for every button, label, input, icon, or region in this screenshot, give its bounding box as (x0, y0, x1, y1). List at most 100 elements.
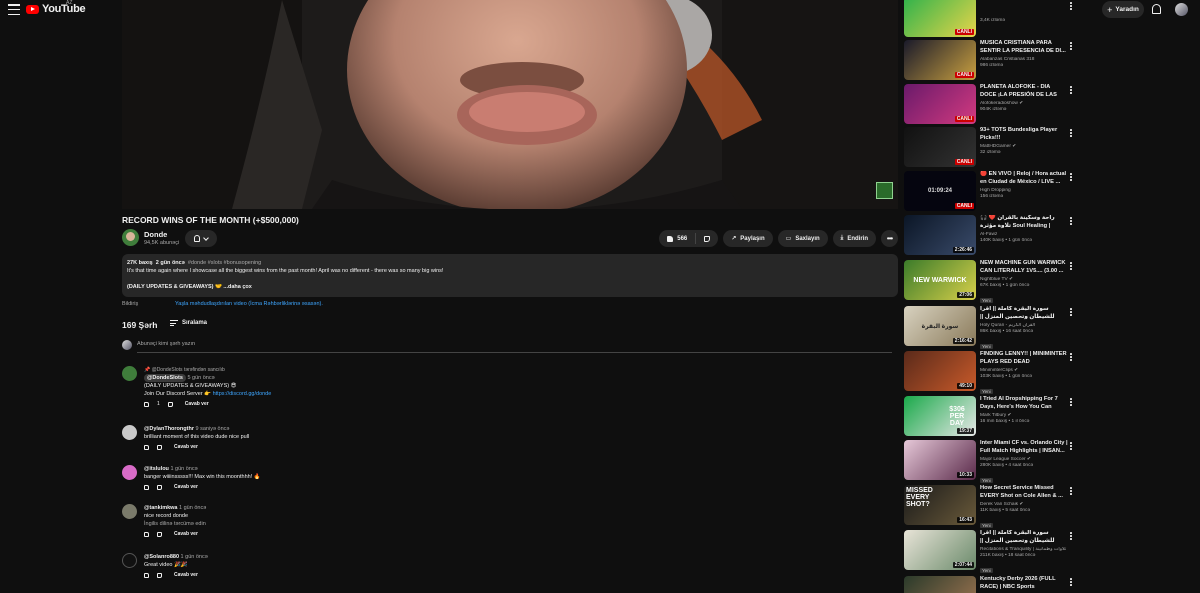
new-badge: Yeni (980, 523, 993, 528)
download-button[interactable]: ⤓ Endirin (832, 230, 876, 247)
recommendation-item[interactable]: $306 PER DAY 19:37 I Tried AI Dropshippi… (904, 396, 1080, 438)
recommendation-item[interactable]: CANLI MUSICA CRISTIANA PARA SENTIR LA PR… (904, 40, 1080, 82)
recommendation-thumbnail[interactable] (904, 576, 976, 593)
comment-author[interactable]: @itslulou (144, 466, 169, 472)
comment-input-placeholder[interactable]: Abunəçi kimi şərh yazın (137, 341, 195, 347)
recommendation-item[interactable]: 49:10 FINDING LENNY!! | MINIMINTER PLAYS… (904, 351, 1080, 394)
share-button[interactable]: ↗ Paylaşın (723, 230, 773, 247)
more-vertical-icon[interactable] (1070, 42, 1072, 51)
recommendation-item[interactable]: سورة البقرة 2:16:42 سورة البقرة كاملة ||… (904, 306, 1080, 349)
more-vertical-icon[interactable] (1070, 173, 1072, 182)
youtube-logo[interactable]: YouTube (26, 3, 86, 15)
hashtags[interactable]: #donde #slots #bonusopening (188, 260, 261, 266)
recommendation-item[interactable]: 2:07:44 سورة البقرة كاملة || أقرأ للشيطا… (904, 530, 1080, 573)
more-vertical-icon[interactable] (1070, 2, 1072, 11)
recommendation-item[interactable]: CANLI PLANETA ALOFOKE - DIA DOCE ¡LA PRE… (904, 84, 1080, 126)
recommendation-item[interactable]: Kentucky Derby 2026 (FULL RACE) | NBC Sp… (904, 576, 1080, 593)
discord-link[interactable]: https://discord.gg/donde (213, 391, 272, 397)
comment-like-icon[interactable] (144, 444, 149, 450)
recommendation-thumbnail[interactable]: $306 PER DAY 19:37 (904, 396, 976, 436)
recommendation-thumbnail[interactable]: 10:33 (904, 440, 976, 480)
add-comment-box[interactable]: Abunəçi kimi şərh yazın (122, 339, 892, 353)
recommendation-thumbnail[interactable]: CANLI (904, 0, 976, 37)
recommendation-item[interactable]: NEW WARWICK 27:06 NEW MACHINE GUN WARWIC… (904, 260, 1080, 303)
recommendation-thumbnail[interactable]: 2:26:46 (904, 215, 976, 255)
recommendation-item[interactable]: CANLI 93+ TOTS Bundesliga Player Picks!!… (904, 127, 1080, 169)
notifications-bell-icon[interactable] (1152, 4, 1161, 14)
recommendation-thumbnail[interactable]: 01:09:24 CANLI (904, 171, 976, 211)
more-actions-button[interactable]: ••• (881, 230, 898, 247)
comment-dislike-icon[interactable] (157, 484, 162, 490)
recommendation-thumbnail[interactable]: CANLI (904, 40, 976, 80)
more-vertical-icon[interactable] (1070, 129, 1072, 138)
save-button[interactable]: ▭ Saxlayın (777, 230, 828, 247)
comment-dislike-icon[interactable] (167, 401, 173, 407)
comment-time[interactable]: 1 gün öncə (181, 554, 208, 560)
reply-button[interactable]: Cavab ver (174, 483, 198, 491)
comment-dislike-icon[interactable] (157, 531, 162, 537)
comment-like-icon[interactable] (144, 484, 149, 490)
comment-avatar[interactable] (122, 366, 137, 381)
reply-button[interactable]: Cavab ver (174, 530, 198, 538)
more-vertical-icon[interactable] (1070, 398, 1072, 407)
channel-name[interactable]: Donde (144, 230, 167, 239)
create-button[interactable]: + Yaradın (1102, 1, 1144, 18)
comment-like-icon[interactable] (144, 572, 149, 578)
comment-dislike-icon[interactable] (157, 572, 162, 578)
more-vertical-icon[interactable] (1070, 442, 1072, 451)
recommendation-thumbnail[interactable]: MISSED EVERY SHOT? 16:43 (904, 485, 976, 525)
comment-author[interactable]: @DondeSlots (144, 374, 186, 382)
more-vertical-icon[interactable] (1070, 532, 1072, 541)
recommendation-item[interactable]: MISSED EVERY SHOT? 16:43 How Secret Serv… (904, 485, 1080, 528)
comment-time[interactable]: 5 gün öncə (187, 375, 214, 381)
recommendation-thumbnail[interactable]: 2:07:44 (904, 530, 976, 570)
channel-watermark[interactable] (876, 182, 893, 199)
account-avatar[interactable] (1175, 3, 1188, 16)
like-button[interactable]: 566 (659, 233, 697, 244)
more-vertical-icon[interactable] (1070, 308, 1072, 317)
comment-time[interactable]: 9 saniyə öncə (196, 426, 230, 432)
reply-button[interactable]: Cavab ver (185, 400, 209, 408)
comment-time[interactable]: 1 gün öncə (170, 466, 197, 472)
channel-avatar[interactable] (122, 229, 139, 246)
comment-author[interactable]: @DylanThorongthr (144, 426, 194, 432)
recommendation-item[interactable]: 10:33 Inter Miami CF vs. Orlando City | … (904, 440, 1080, 483)
description-box[interactable]: 27K baxış 2 gün öncə #donde #slots #bonu… (122, 254, 898, 297)
comment-dislike-icon[interactable] (157, 444, 162, 450)
comment-author[interactable]: @tankimkwa (144, 505, 178, 511)
description-more[interactable]: (DAILY UPDATES & GIVEAWAYS) 🤝 ...daha ço… (127, 283, 893, 291)
recommendation-thumbnail[interactable]: NEW WARWICK 27:06 (904, 260, 976, 300)
more-vertical-icon[interactable] (1070, 86, 1072, 95)
recommendation-item[interactable]: 2:26:46 راحة وسكينة بالقرآن ❤️ 🎧 تلاوة م… (904, 215, 1080, 257)
comment-avatar[interactable] (122, 553, 137, 568)
sort-comments-button[interactable]: Sıralama (170, 320, 207, 326)
recommendation-thumbnail[interactable]: CANLI (904, 84, 976, 124)
reply-button[interactable]: Cavab ver (174, 571, 198, 579)
reply-button[interactable]: Cavab ver (174, 443, 198, 451)
more-vertical-icon[interactable] (1070, 487, 1072, 496)
more-vertical-icon[interactable] (1070, 353, 1072, 362)
recommendation-thumbnail[interactable]: سورة البقرة 2:16:42 (904, 306, 976, 346)
more-vertical-icon[interactable] (1070, 262, 1072, 271)
translate-link[interactable]: İngilis dilinə tərcümə edin (144, 520, 644, 528)
comment-time[interactable]: 1 gün öncə (179, 505, 206, 511)
comment-author[interactable]: @Solanro880 (144, 554, 179, 560)
recommendation-item[interactable]: CANLI 3,4K izləmə (904, 0, 1080, 42)
menu-icon[interactable] (8, 4, 20, 15)
comment-like-icon[interactable] (144, 531, 149, 537)
comment-like-icon[interactable] (144, 401, 149, 407)
comment-text: nice record donde (144, 513, 189, 519)
age-restriction-link[interactable]: Yaşla məhdudlaşdırılan video (İcma Rəhbə… (175, 301, 323, 307)
subscription-notifications-button[interactable] (185, 230, 217, 247)
video-player[interactable] (122, 0, 898, 209)
recommendation-item[interactable]: 01:09:24 CANLI 🔴 EN VIVO | Reloj / Hora … (904, 171, 1080, 213)
recommendation-thumbnail[interactable]: 49:10 (904, 351, 976, 391)
more-vertical-icon[interactable] (1070, 217, 1072, 226)
recommendation-thumbnail[interactable]: CANLI (904, 127, 976, 167)
dislike-button[interactable] (696, 235, 718, 242)
live-badge: CANLI (954, 116, 974, 122)
comment-avatar[interactable] (122, 425, 137, 440)
more-vertical-icon[interactable] (1070, 578, 1072, 587)
comment-avatar[interactable] (122, 465, 137, 480)
comment-avatar[interactable] (122, 504, 137, 519)
